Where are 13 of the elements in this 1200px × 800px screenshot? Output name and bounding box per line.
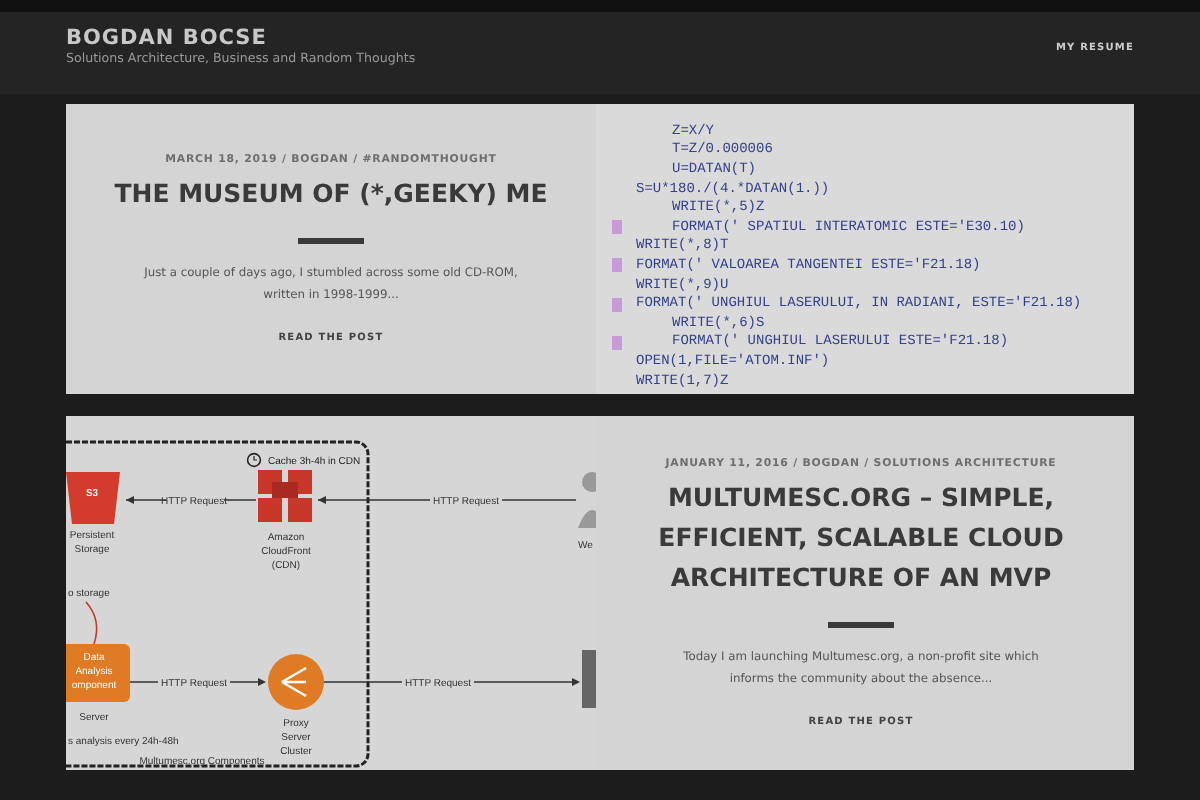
site-title[interactable]: BOGDAN BOCSE (66, 26, 416, 50)
component-box (66, 644, 130, 702)
bucket-icon (66, 472, 120, 524)
network-hub-icon (268, 654, 324, 710)
post-title[interactable]: MULTUMESC.ORG – SIMPLE, EFFICIENT, SCALABLE CLOUD ARCHITECTURE OF AN MVP (632, 478, 1090, 598)
server-icon (582, 650, 596, 708)
post-title[interactable]: THE MUSEUM OF (*,GEEKY) ME (114, 174, 548, 214)
person-icon (578, 472, 596, 528)
arrow (129, 678, 266, 686)
clock-icon (246, 452, 262, 468)
cube-stack-icon (258, 470, 312, 522)
arrow (125, 496, 257, 504)
connector-line (85, 601, 98, 645)
